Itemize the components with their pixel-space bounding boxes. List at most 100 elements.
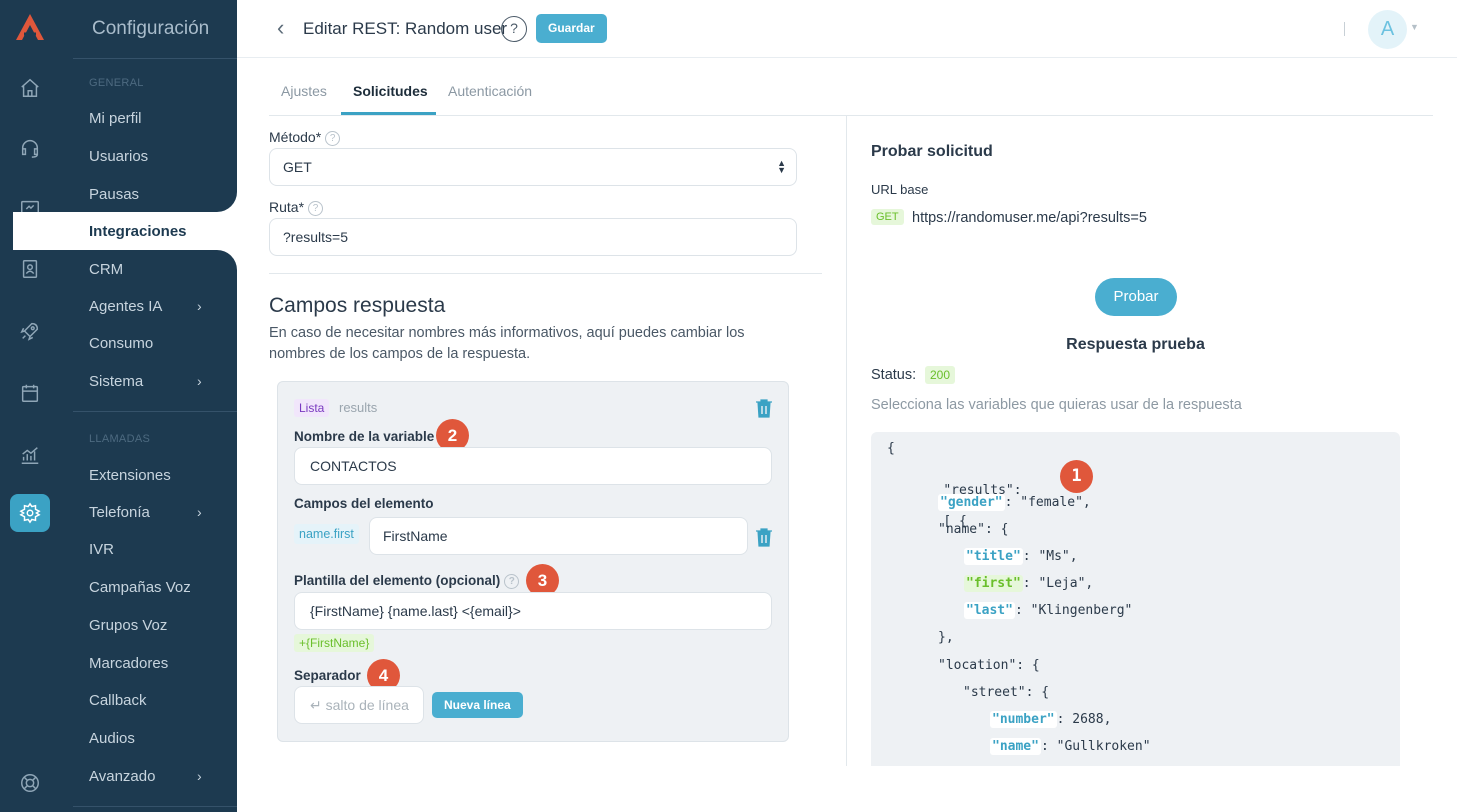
sidebar-item-usuarios[interactable]: Usuarios <box>89 148 148 165</box>
contacts-icon[interactable] <box>18 257 42 281</box>
sidebar-item-marcadores[interactable]: Marcadores <box>89 655 168 672</box>
sidebar-item-telefonia[interactable]: Telefonía › <box>89 504 202 521</box>
chevron-right-icon: › <box>197 504 202 520</box>
divider <box>73 411 237 412</box>
calendar-icon[interactable] <box>18 381 42 405</box>
item-field-input[interactable]: FirstName <box>369 517 748 555</box>
json-selectable-key[interactable]: "number" <box>990 711 1057 728</box>
logo-icon[interactable] <box>14 12 46 42</box>
field-path-tag: name.first <box>294 524 359 544</box>
active-tab-indicator <box>341 112 436 115</box>
method-value: GET <box>283 159 312 175</box>
json-selectable-key[interactable]: "name" <box>990 738 1041 755</box>
json-line-street: "street": { <box>963 685 1050 700</box>
json-line-title: "title": "Ms", <box>964 548 1078 565</box>
chart-icon[interactable] <box>18 443 42 467</box>
sidebar-item-crm[interactable]: CRM <box>89 261 123 278</box>
json-line-last: "last": "Klingenberg" <box>964 602 1132 619</box>
route-label-text: Ruta* <box>269 199 305 215</box>
divider <box>73 58 237 59</box>
sidebar-item-campanas-voz[interactable]: Campañas Voz <box>89 579 191 596</box>
sidebar-item-extensiones[interactable]: Extensiones <box>89 467 171 484</box>
tab-autenticacion[interactable]: Autenticación <box>448 83 532 99</box>
step-badge: 1 <box>1060 460 1093 493</box>
divider <box>269 273 822 274</box>
json-brace: }, <box>938 630 954 645</box>
sidebar-item-sistema[interactable]: Sistema › <box>89 373 202 390</box>
json-selectable-key[interactable]: "gender" <box>938 494 1005 511</box>
sidebar-item-avanzado[interactable]: Avanzado › <box>89 768 202 785</box>
variable-name-input[interactable]: CONTACTOS <box>294 447 772 485</box>
json-line-first: "first": "Leja", <box>964 575 1094 592</box>
sidebar-item-mi-perfil[interactable]: Mi perfil <box>89 110 142 127</box>
route-label: Ruta*? <box>269 199 324 216</box>
json-value: : "Ms", <box>1022 549 1078 564</box>
method-tag: GET <box>871 209 904 225</box>
section-header-llamadas: LLAMADAS <box>89 433 151 445</box>
list-key: results <box>339 400 378 415</box>
delete-field-trash-icon[interactable] <box>755 527 773 547</box>
response-fields-title: Campos respuesta <box>269 294 446 317</box>
divider <box>1344 22 1345 36</box>
status-badge: 200 <box>925 366 956 384</box>
sidebar-item-label: Sistema <box>89 373 144 390</box>
template-insert-tag[interactable]: +{FirstName} <box>294 634 375 652</box>
sidebar-item-grupos-voz[interactable]: Grupos Voz <box>89 617 167 634</box>
test-request-title: Probar solicitud <box>871 143 993 160</box>
test-button[interactable]: Probar <box>1095 278 1177 316</box>
help-icon[interactable]: ? <box>501 16 527 42</box>
new-line-button[interactable]: Nueva línea <box>432 692 523 718</box>
help-icon[interactable]: ? <box>308 201 324 216</box>
json-selectable-key[interactable]: "title" <box>964 548 1023 565</box>
variable-name-label: Nombre de la variable <box>294 429 435 444</box>
select-arrows-icon: ▲ ▼ <box>777 158 786 175</box>
json-selectable-key[interactable]: "last" <box>964 602 1015 619</box>
json-value: : 2688, <box>1056 712 1112 727</box>
chevron-right-icon: › <box>197 298 202 314</box>
json-selected-key[interactable]: "first" <box>964 575 1023 592</box>
sidebar-item-label: Integraciones <box>89 223 187 240</box>
avatar[interactable]: A <box>1368 10 1407 49</box>
sidebar-item-agentes-ia[interactable]: Agentes IA › <box>89 298 202 315</box>
separator-input[interactable]: ↵ salto de línea <box>294 686 424 724</box>
chevron-left-icon[interactable]: ‹ <box>277 17 284 39</box>
json-line-name: "name": { <box>938 522 1009 537</box>
template-input[interactable]: {FirstName} {name.last} <{email}> <box>294 592 772 630</box>
method-label-text: Método* <box>269 129 322 145</box>
caret-down-icon[interactable]: ▼ <box>1410 22 1419 32</box>
sidebar-item-audios[interactable]: Audios <box>89 730 135 747</box>
sidebar-title: Configuración <box>92 18 210 39</box>
settings-icon[interactable] <box>10 494 50 532</box>
json-line-gender: "gender": "female", <box>938 494 1091 511</box>
base-url: https://randomuser.me/api?results=5 <box>912 210 1147 226</box>
help-icon[interactable]: ? <box>504 574 520 589</box>
sidebar-item-consumo[interactable]: Consumo <box>89 335 153 352</box>
sidebar-item-callback[interactable]: Callback <box>89 692 147 709</box>
save-button[interactable]: Guardar <box>536 14 607 43</box>
sidebar-item-ivr[interactable]: IVR <box>89 541 114 558</box>
sidebar-item-label: Avanzado <box>89 768 156 785</box>
delete-list-trash-icon[interactable] <box>755 398 773 418</box>
status-label: Status: <box>871 367 917 383</box>
sidebar-item-pausas[interactable]: Pausas <box>89 186 139 203</box>
support-icon[interactable] <box>18 771 42 795</box>
base-url-label: URL base <box>871 182 929 197</box>
settings-sidebar: Configuración GENERAL Mi perfil Usuarios… <box>60 0 237 812</box>
route-input[interactable]: ?results=5 <box>269 218 797 256</box>
template-label: Plantilla del elemento (opcional)? <box>294 573 520 589</box>
tab-solicitudes[interactable]: Solicitudes <box>353 83 428 99</box>
method-label: Método*? <box>269 129 341 146</box>
method-select[interactable]: GET ▲ ▼ <box>269 148 797 186</box>
help-icon[interactable]: ? <box>325 131 341 146</box>
home-icon[interactable] <box>18 76 42 100</box>
tab-ajustes[interactable]: Ajustes <box>281 83 327 99</box>
chevron-right-icon: › <box>197 373 202 389</box>
select-variables-hint: Selecciona las variables que quieras usa… <box>871 397 1242 413</box>
rocket-icon[interactable] <box>18 319 42 343</box>
json-value: : "Leja", <box>1022 576 1094 591</box>
list-badge: Lista <box>294 399 330 417</box>
sidebar-item-label: Telefonía <box>89 504 150 521</box>
json-brace: { <box>887 441 895 456</box>
json-line-street-name: "name": "Gullkroken" <box>990 738 1151 755</box>
headset-icon[interactable] <box>18 136 42 160</box>
